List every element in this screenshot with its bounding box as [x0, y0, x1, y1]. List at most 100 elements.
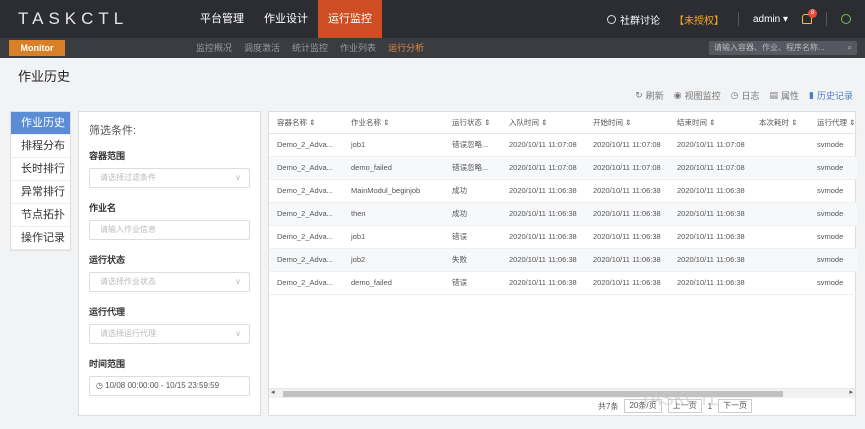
refresh-icon: ↻ — [635, 90, 643, 100]
cell-job: demo_failed — [343, 156, 444, 180]
side-nav-topology[interactable]: 节点拓扑 — [11, 204, 70, 227]
cell-agent: svmode — [809, 179, 857, 203]
bell-icon: 8 — [802, 9, 817, 24]
cell-duration — [751, 179, 809, 203]
cell-status: 错误忽略... — [444, 156, 501, 180]
sub-nav-stats[interactable]: 统计监控 — [286, 38, 334, 58]
cell-end: 2020/10/11 11:06:38 — [669, 271, 751, 295]
user-menu[interactable]: admin ▾ — [753, 14, 788, 25]
unauthorized-badge[interactable]: 【未授权】 — [674, 12, 724, 27]
toolbar: ↻ 刷新 ◉ 视图监控 ◷ 日志 ▤ 属性 ▮ 历史记录 — [625, 89, 853, 102]
properties-label: 属性 — [781, 91, 800, 101]
job-placeholder: 请输入作业信息 — [100, 225, 156, 234]
properties-button[interactable]: ▤ 属性 — [770, 89, 800, 102]
table-row[interactable]: Demo_2_Adva... then 成功 2020/10/11 11:06:38 2… — [269, 202, 857, 226]
col-duration[interactable]: 本次耗时 ⇕ — [751, 112, 809, 134]
cell-container: Demo_2_Adva... — [269, 133, 343, 157]
cell-container: Demo_2_Adva... — [269, 271, 343, 295]
scroll-left-icon[interactable]: ◂ — [271, 388, 275, 396]
agent-placeholder: 请选择运行代理 — [100, 329, 156, 338]
sub-bar: Monitor 监控概况 调度激活 统计监控 作业列表 运行分析 请输入容器、作… — [0, 38, 865, 58]
global-search-input[interactable]: 请输入容器、作业、程序名称... ⌕ — [709, 41, 857, 55]
community-label: 社群讨论 — [619, 15, 660, 27]
table-row[interactable]: Demo_2_Adva... job2 失败 2020/10/11 11:06:38 2… — [269, 248, 857, 272]
community-link[interactable]: 社群讨论 — [606, 12, 660, 27]
community-icon — [606, 14, 616, 24]
cell-duration — [751, 225, 809, 249]
cell-job: job2 — [343, 248, 444, 272]
log-button[interactable]: ◷ 日志 — [731, 89, 760, 102]
col-end[interactable]: 结束时间 ⇕ — [669, 112, 751, 134]
col-container[interactable]: 容器名称 ⇕ — [269, 112, 343, 134]
top-nav-design[interactable]: 作业设计 — [254, 0, 318, 38]
view-monitor-button[interactable]: ◉ 视图监控 — [674, 89, 721, 102]
cell-agent: svmode — [809, 271, 857, 295]
sub-nav-joblist[interactable]: 作业列表 — [334, 38, 382, 58]
history-button[interactable]: ▮ 历史记录 — [809, 89, 853, 102]
side-nav-errors[interactable]: 异常排行 — [11, 181, 70, 204]
col-enqueue[interactable]: 入队时间 ⇕ — [501, 112, 585, 134]
table-row[interactable]: Demo_2_Adva... demo_failed 错误 2020/10/11 11… — [269, 271, 857, 295]
top-nav-monitor[interactable]: 运行监控 — [318, 0, 382, 38]
side-nav-history[interactable]: 作业历史 — [11, 112, 70, 135]
cell-agent: svmode — [809, 202, 857, 226]
cell-job: job1 — [343, 133, 444, 157]
scroll-right-icon[interactable]: ▸ — [849, 388, 853, 396]
time-range-picker[interactable]: ◷ 10/08 00:00:00 - 10/15 23:59:59 — [89, 376, 250, 396]
cell-start: 2020/10/11 11:06:38 — [585, 271, 669, 295]
view-monitor-label: 视图监控 — [684, 91, 721, 101]
top-right-area: 社群讨论 【未授权】 admin ▾ 8 — [606, 0, 865, 38]
cell-container: Demo_2_Adva... — [269, 248, 343, 272]
notification-count: 8 — [808, 9, 817, 18]
chevron-down-icon: ∨ — [235, 277, 241, 286]
sub-nav-overview[interactable]: 监控概况 — [190, 38, 238, 58]
monitor-button[interactable]: Monitor — [9, 40, 65, 56]
cell-duration — [751, 156, 809, 180]
cell-status: 失败 — [444, 248, 501, 272]
history-label: 历史记录 — [816, 91, 853, 101]
refresh-button[interactable]: ↻ 刷新 — [635, 89, 664, 102]
top-nav: 平台管理 作业设计 运行监控 — [190, 0, 382, 38]
side-nav-longest[interactable]: 长时排行 — [11, 158, 70, 181]
status-select[interactable]: 请选择作业状态 ∨ — [89, 272, 250, 292]
table-row[interactable]: Demo_2_Adva... demo_failed 错误忽略... 2020/10/… — [269, 156, 857, 180]
sub-nav-activate[interactable]: 调度激活 — [238, 38, 286, 58]
job-input[interactable]: 请输入作业信息 — [89, 220, 250, 240]
top-nav-platform[interactable]: 平台管理 — [190, 0, 254, 38]
eye-icon: ◉ — [673, 90, 682, 100]
notification-button[interactable]: 8 — [802, 9, 817, 24]
next-page-button[interactable]: 下一页 — [718, 399, 753, 413]
side-nav-schedule[interactable]: 排程分布 — [11, 135, 70, 158]
table-row[interactable]: Demo_2_Adva... MainModul_beginjob 成功 2020/1… — [269, 179, 857, 203]
filter-panel: 筛选条件: 容器范围 请选择过滤条件 ∨ 作业名 请输入作业信息 运行状态 请选… — [78, 111, 261, 416]
horizontal-scrollbar[interactable]: ◂ ▸ — [269, 388, 855, 398]
cell-status: 成功 — [444, 202, 501, 226]
table-row[interactable]: Demo_2_Adva... job1 错误 2020/10/11 11:06:38 2… — [269, 225, 857, 249]
cell-end: 2020/10/11 11:06:38 — [669, 225, 751, 249]
cell-job: MainModul_beginjob — [343, 179, 444, 203]
cell-end: 2020/10/11 11:06:38 — [669, 179, 751, 203]
agent-select[interactable]: 请选择运行代理 ∨ — [89, 324, 250, 344]
cell-container: Demo_2_Adva... — [269, 179, 343, 203]
filter-title: 筛选条件: — [89, 125, 137, 137]
search-icon[interactable]: ⌕ — [848, 41, 852, 55]
cell-container: Demo_2_Adva... — [269, 202, 343, 226]
col-start[interactable]: 开始时间 ⇕ — [585, 112, 669, 134]
history-table-panel: 容器名称 ⇕ 作业名称 ⇕ 运行状态 ⇕ 入队时间 ⇕ 开始时间 ⇕ 结束时间 … — [268, 111, 857, 416]
col-job[interactable]: 作业名称 ⇕ — [343, 112, 444, 134]
sub-nav-analysis[interactable]: 运行分析 — [382, 38, 430, 58]
cell-duration — [751, 133, 809, 157]
cell-enqueue: 2020/10/11 11:06:38 — [501, 225, 585, 249]
col-status[interactable]: 运行状态 ⇕ — [444, 112, 501, 134]
cell-status: 成功 — [444, 179, 501, 203]
cell-enqueue: 2020/10/11 11:06:38 — [501, 248, 585, 272]
cell-agent: svmode — [809, 248, 857, 272]
container-select[interactable]: 请选择过滤条件 ∨ — [89, 168, 250, 188]
side-nav-oplog[interactable]: 操作记录 — [11, 227, 70, 250]
chat-button[interactable] — [841, 14, 851, 24]
cell-start: 2020/10/11 11:06:38 — [585, 225, 669, 249]
col-agent[interactable]: 运行代理 ⇕ — [809, 112, 857, 134]
table-row[interactable]: Demo_2_Adva... job1 错误忽略... 2020/10/11 11:0… — [269, 133, 857, 157]
chevron-down-icon: ∨ — [235, 173, 241, 182]
app-logo: TASKCTL — [18, 9, 129, 28]
